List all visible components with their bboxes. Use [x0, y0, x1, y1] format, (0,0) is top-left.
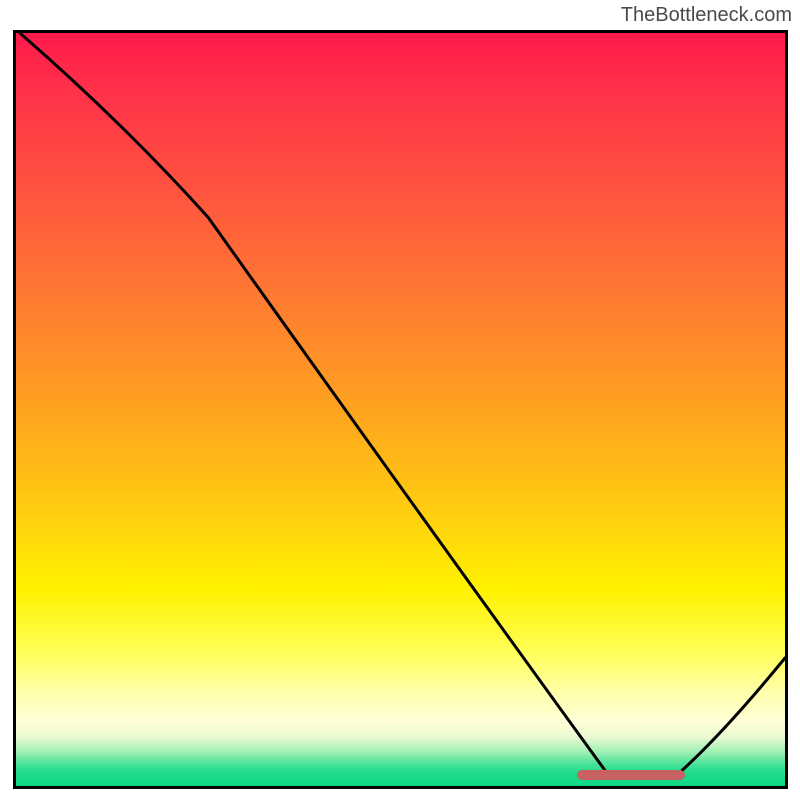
optimal-range-marker: [577, 770, 685, 780]
attribution-text: TheBottleneck.com: [621, 4, 792, 27]
chart-frame: TheBottleneck.com: [0, 0, 800, 800]
plot-area: [13, 30, 788, 789]
bottleneck-curve: [16, 33, 785, 786]
curve-path: [20, 33, 785, 775]
